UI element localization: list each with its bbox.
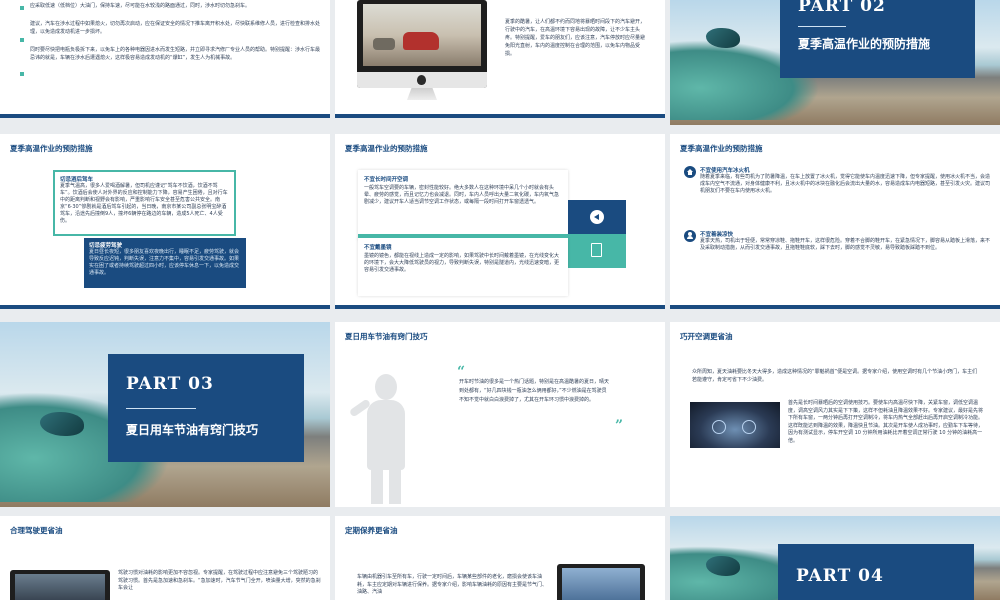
gauge-icon xyxy=(742,420,756,434)
part-number: PART 03 xyxy=(126,374,214,394)
slide-title: 夏日用车节油有窍门技巧 xyxy=(345,332,428,341)
item-1: 不宜使用汽车冰火机 随着夏季来临，有些司机为了防暑降温，在车上放置了冰火机，觉得… xyxy=(700,166,992,195)
item-text: 夏季天热，司机出于轻便，常常穿凉鞋、拖鞋开车，这样很危险。穿着不合脚的鞋开车，在… xyxy=(700,238,991,251)
divider xyxy=(798,26,846,27)
monitor-stand xyxy=(407,88,437,100)
info-card-1: 切忌酒后驾车 夏季气温高，很多人爱喝酒解暑，但司机应谨记“驾车不饮酒，饮酒不驾车… xyxy=(53,170,236,236)
card-text: 墨镜的镜色，都能在视线上造成一定的影响，如果驾驶中长时间戴着墨镜，在光线变化大的… xyxy=(364,253,560,273)
edit-panel xyxy=(568,234,626,268)
part-number: PART 04 xyxy=(796,566,884,586)
slide-11-text: 车辆由机器引车至所有车，行驶一定时间后，车辆某些部件的老化，磨损会使该车油耗，车… xyxy=(357,574,548,595)
slide-6[interactable]: 夏季高温作业的预防措施 不宜使用汽车冰火机 随着夏季来临，有些司机为了防暑降温，… xyxy=(670,134,1000,309)
car-icon xyxy=(373,38,395,50)
slide-title: 巧开空调更省油 xyxy=(680,332,733,341)
bottom-bar xyxy=(335,305,665,309)
bottom-bar xyxy=(670,305,1000,309)
card-text: 夏季气温高，很多人爱喝酒解暑，但司机应谨记“驾车不饮酒，饮酒不驾车”。饮酒后会使… xyxy=(60,183,228,224)
bullet-icon xyxy=(20,38,24,42)
bullet-icon xyxy=(20,72,24,76)
imac-monitor xyxy=(357,0,487,88)
part-02-box: PART 02 夏季高温作业的预防措施 xyxy=(780,0,975,78)
red-car-icon xyxy=(403,32,439,50)
slide-8[interactable]: 夏日用车节油有窍门技巧 “ 开车时节油的很多是一个热门话题，特别是在高温酷暑的夏… xyxy=(335,322,665,507)
card-text: 一般驾车空调要的车辆，密封性能较好。绝大多数人在这种环境中呆几个小时就会有头晕、… xyxy=(364,185,560,205)
slide-title: 夏季高温作业的预防措施 xyxy=(345,144,428,153)
dashboard-photo xyxy=(690,402,780,448)
bottom-bar xyxy=(0,114,330,118)
slide-3[interactable]: PART 02 夏季高温作业的预防措施 xyxy=(670,0,1000,125)
item-2: 不宜着装凉快 夏季天热，司机出于轻便，常常穿凉鞋、拖鞋开车，这样很危险。穿着不合… xyxy=(700,230,992,252)
info-card-1: 不宜长时间开空调 一般驾车空调要的车辆，密封性能较好。绝大多数人在这种环境中呆几… xyxy=(358,170,568,240)
slide-12[interactable]: PART 04 xyxy=(670,516,1000,600)
para-3: 同时要尽快把电瓶负极拆下来，以免车上的各种电器因进水而发生短路，并立即寻求汽修厂… xyxy=(30,47,321,61)
para-1: 应采取低速（低档位）大油门，保持车速，尽可能在水较浅的路面通过，同时，涉水时切勿… xyxy=(30,3,251,9)
slide-1-text: 应采取低速（低档位）大油门，保持车速，尽可能在水较浅的路面通过，同时，涉水时切勿… xyxy=(30,2,320,62)
item-heading: 不宜使用汽车冰火机 xyxy=(700,168,750,174)
bottom-bar xyxy=(335,114,665,118)
slide-title: 合理驾驶更省油 xyxy=(10,526,63,535)
slide-grid: 应采取低速（低档位）大油门，保持车速，尽可能在水较浅的路面通过，同时，涉水时切勿… xyxy=(0,0,1000,600)
accent-stripe xyxy=(358,234,568,238)
slide-7[interactable]: PART 03 夏日用车节油有窍门技巧 xyxy=(0,322,330,507)
slide-10[interactable]: 合理驾驶更省油 驾驶习惯对油耗的影响更加不容忽视。专家提醒，在驾驶过程中应注意避… xyxy=(0,516,330,600)
part-number: PART 02 xyxy=(798,0,886,16)
card-heading: 不宜戴墨镜 xyxy=(364,245,392,251)
para-2: 首先是长时间暴晒后的空调使用技巧。要使车内高温尽快下降，关紧车窗，调低空调温度，… xyxy=(788,400,984,444)
monitor-screen-photo xyxy=(363,4,481,66)
monitor-photo xyxy=(10,570,110,600)
house-icon xyxy=(684,166,696,178)
quote-text: 开车时节油的很多是一个热门话题，特别是在高温酷暑的夏日，晴天到处都有，“好几四块… xyxy=(459,379,610,403)
part-title: 夏日用车节油有窍门技巧 xyxy=(126,423,259,437)
person-icon xyxy=(684,230,696,242)
slide-9[interactable]: 巧开空调更省油 众所周知，夏天油耗要比冬天大得多，造成这种情况的“罪魁祸首”便是… xyxy=(670,322,1000,507)
card-heading: 切忌疲劳驾驶 xyxy=(89,243,123,249)
para-2: 建议，汽车在涉水过程中如果熄火，切勿再次启动，应在保证安全的情况下推车离开积水处… xyxy=(30,21,321,35)
slide-5[interactable]: 夏季高温作业的预防措施 不宜长时间开空调 一般驾车空调要的车辆，密封性能较好。绝… xyxy=(335,134,665,309)
person-silhouette-icon xyxy=(345,374,425,504)
slide-11[interactable]: 定期保养更省油 车辆由机器引车至所有车，行驶一定时间后，车辆某些部件的老化，磨损… xyxy=(335,516,665,600)
card-text: 夏日昼长夜短，很多朋友喜欢夜晚出行，睡眠不足，疲劳驾驶，就会导致反应迟钝，判断失… xyxy=(89,249,240,276)
item-text: 随着夏季来临，有些司机为了防暑降温，在车上放置了冰火机，觉得它能使车内温度迅速下… xyxy=(700,174,991,194)
divider xyxy=(126,408,196,409)
apple-logo-icon xyxy=(417,75,426,85)
info-card-2: 不宜戴墨镜 墨镜的镜色，都能在视线上造成一定的影响，如果驾驶中长时间戴着墨镜，在… xyxy=(358,238,568,296)
monitor-chin xyxy=(357,72,487,88)
para-1: 众所周知，夏天油耗要比冬天大得多，造成这种情况的“罪魁祸首”便是空调。据专家介绍… xyxy=(692,369,978,383)
item-heading: 不宜着装凉快 xyxy=(700,232,734,238)
slide-title: 夏季高温作业的预防措施 xyxy=(10,144,93,153)
part-title: 夏季高温作业的预防措施 xyxy=(798,37,931,51)
slide-title: 夏季高温作业的预防措施 xyxy=(680,144,763,153)
part-04-box: PART 04 xyxy=(778,544,974,600)
gauge-icon xyxy=(712,420,726,434)
bullet-icon xyxy=(20,6,24,10)
part-03-box: PART 03 夏日用车节油有窍门技巧 xyxy=(108,354,304,462)
slide-4[interactable]: 夏季高温作业的预防措施 切忌酒后驾车 夏季气温高，很多人爱喝酒解暑，但司机应谨记… xyxy=(0,134,330,309)
arrow-left-icon[interactable] xyxy=(590,210,604,224)
slide-2-text: 夏季的酷暑，让人们都不约而同地将暴晒时间段下的汽车避开，行驶中的汽车，在高温环境… xyxy=(505,19,646,57)
edit-icon[interactable] xyxy=(591,243,602,257)
slide-2[interactable]: 夏季的酷暑，让人们都不约而同地将暴晒时间段下的汽车避开，行驶中的汽车，在高温环境… xyxy=(335,0,665,118)
quote-icon: ” xyxy=(615,418,624,434)
slide-title: 定期保养更省油 xyxy=(345,526,398,535)
bottom-bar xyxy=(0,305,330,309)
card-heading: 不宜长时间开空调 xyxy=(364,177,409,183)
slide-1[interactable]: 应采取低速（低档位）大油门，保持车速，尽可能在水较浅的路面通过，同时，涉水时切勿… xyxy=(0,0,330,118)
arrow-panel xyxy=(568,200,626,234)
card-heading: 切忌酒后驾车 xyxy=(60,177,94,183)
slide-10-text: 驾驶习惯对油耗的影响更加不容忽视。专家提醒，在驾驶过程中应注意避免三个驾驶陋习的… xyxy=(118,570,321,591)
tablet-photo xyxy=(557,564,645,600)
info-card-2: 切忌疲劳驾驶 夏日昼长夜短，很多朋友喜欢夜晚出行，睡眠不足，疲劳驾驶，就会导致反… xyxy=(84,238,246,288)
